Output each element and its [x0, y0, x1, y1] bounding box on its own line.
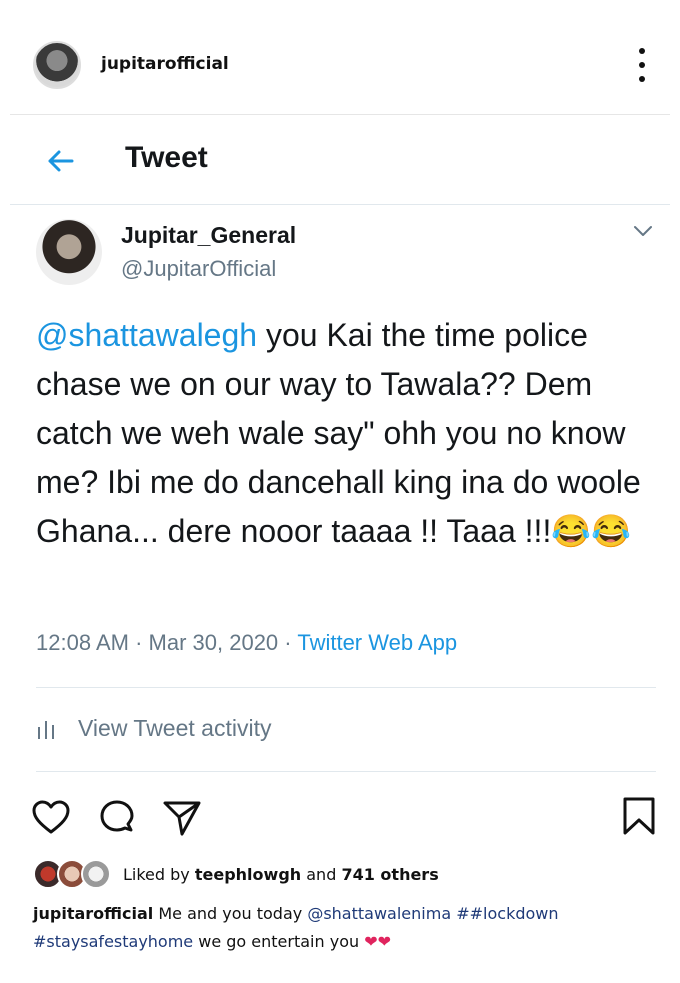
liked-by-others[interactable]: 741 others [341, 865, 438, 884]
liked-by-user[interactable]: teephlowgh [195, 865, 301, 884]
tweet-meta: 12:08 AM · Mar 30, 2020 · Twitter Web Ap… [36, 630, 457, 656]
likes-row[interactable]: Liked by teephlowgh and 741 others [33, 858, 439, 890]
share-icon[interactable] [162, 798, 202, 838]
caption-hearts: ❤❤ [364, 932, 392, 951]
more-options-icon[interactable] [630, 48, 654, 82]
tweet-source[interactable]: Twitter Web App [297, 630, 457, 655]
avatar[interactable] [33, 41, 81, 89]
tweet-topbar: Tweet [10, 115, 670, 205]
liked-by-prefix: Liked by [123, 864, 190, 884]
tweet-avatar[interactable] [36, 219, 102, 285]
liked-by-and: and [306, 864, 337, 884]
tweet-card: Tweet Jupitar_General @JupitarOfficial @… [10, 114, 670, 810]
bookmark-icon[interactable] [619, 796, 659, 836]
heart-icon[interactable] [31, 798, 71, 838]
tweet-text: @shattawalegh you Kai the time police ch… [36, 311, 656, 556]
likes-text: Liked by teephlowgh and 741 others [123, 865, 439, 884]
liker-avatars [33, 859, 113, 889]
divider [36, 771, 656, 772]
caption-username[interactable]: jupitarofficial [33, 904, 153, 923]
caption-text: Me and you today [158, 904, 303, 923]
tweet-time: 12:08 AM [36, 630, 129, 655]
tweet-mention[interactable]: @shattawalegh [36, 317, 257, 353]
caption-mention[interactable]: @shattawalenima [307, 904, 451, 923]
post-actions [0, 796, 680, 844]
activity-label: View Tweet activity [78, 715, 272, 741]
back-arrow-icon[interactable] [42, 143, 78, 179]
post-caption: jupitarofficial Me and you today @shatta… [33, 900, 653, 956]
tweet-handle[interactable]: @JupitarOfficial [121, 256, 276, 282]
avatar [81, 859, 111, 889]
tweet-date: Mar 30, 2020 [148, 630, 279, 655]
tweet-display-name[interactable]: Jupitar_General [121, 222, 296, 249]
post-header: jupitarofficial [0, 0, 680, 108]
page-title: Tweet [125, 141, 208, 174]
comment-icon[interactable] [97, 798, 137, 838]
meta-separator: · [135, 630, 143, 655]
bar-chart-icon [38, 720, 54, 739]
view-tweet-activity-button[interactable]: View Tweet activity [36, 715, 271, 742]
divider [36, 687, 656, 688]
caption-hashtag[interactable]: ##lockdown [456, 904, 558, 923]
caption-text: we go entertain you [198, 932, 360, 951]
post-username[interactable]: jupitarofficial [101, 54, 229, 74]
caption-hashtag[interactable]: #staysafestayhome [33, 932, 193, 951]
meta-separator: · [284, 630, 292, 655]
chevron-down-icon[interactable] [632, 223, 654, 239]
